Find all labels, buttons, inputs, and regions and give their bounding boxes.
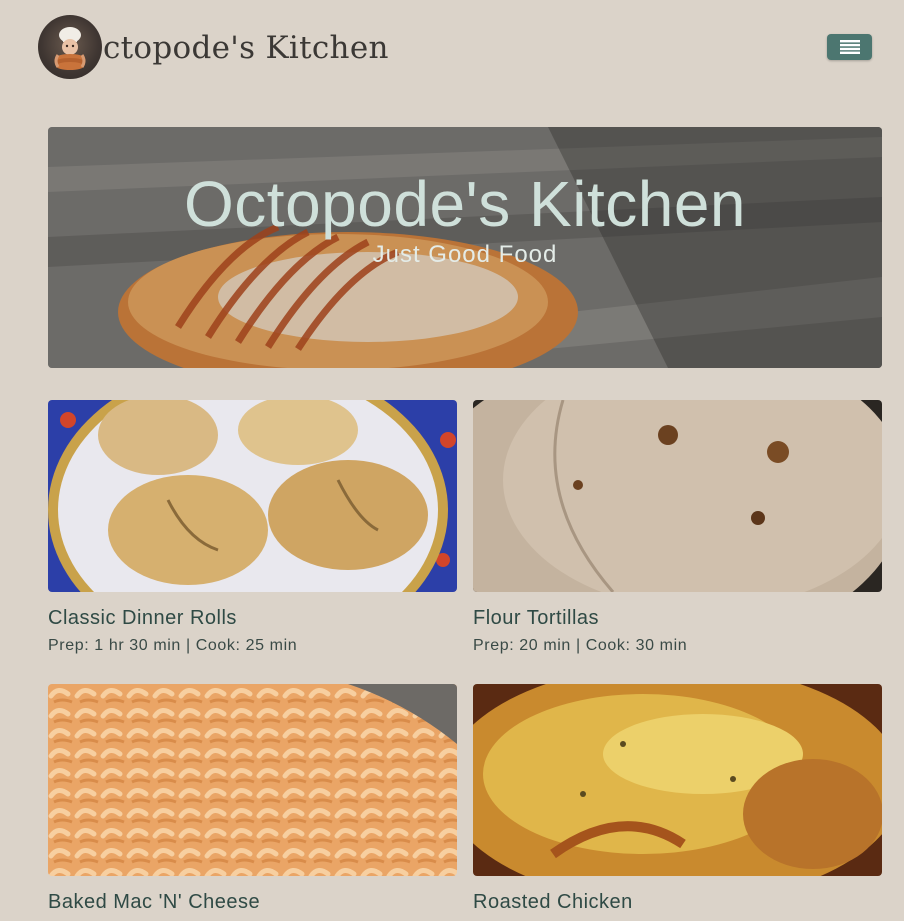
hamburger-menu-icon — [839, 40, 860, 54]
hero-title: Octopode's Kitchen — [184, 168, 746, 240]
recipe-image-dinner-rolls[interactable] — [48, 400, 457, 592]
hero-banner: Octopode's Kitchen Just Good Food — [48, 127, 882, 368]
brand-name: ctopode's Kitchen — [103, 29, 389, 66]
recipe-card[interactable]: Flour Tortillas Prep: 20 min | Cook: 30 … — [473, 400, 882, 655]
recipe-image-roasted-chicken[interactable] — [473, 684, 882, 876]
recipe-card[interactable]: Roasted Chicken — [473, 684, 882, 921]
home-link[interactable]: ctopode's Kitchen — [38, 15, 389, 79]
recipe-image-flour-tortillas[interactable] — [473, 400, 882, 592]
octopus-chef-logo-icon — [38, 15, 102, 79]
recipe-image-mac-and-cheese[interactable] — [48, 684, 457, 876]
recipe-meta: Prep: 20 min | Cook: 30 min — [473, 637, 688, 654]
recipe-meta: Prep: 1 hr 30 min | Cook: 25 min — [48, 637, 298, 654]
recipe-title[interactable]: Baked Mac 'N' Cheese — [48, 891, 457, 914]
recipe-title[interactable]: Flour Tortillas — [473, 607, 882, 630]
recipe-card[interactable]: Classic Dinner Rolls Prep: 1 hr 30 min |… — [48, 400, 457, 655]
site-header: ctopode's Kitchen — [0, 0, 904, 110]
menu-toggle-button[interactable] — [827, 34, 872, 60]
recipe-title[interactable]: Classic Dinner Rolls — [48, 607, 457, 630]
hero-subtitle: Just Good Food — [372, 241, 558, 268]
recipe-title[interactable]: Roasted Chicken — [473, 891, 882, 914]
recipe-card[interactable]: Baked Mac 'N' Cheese — [48, 684, 457, 921]
